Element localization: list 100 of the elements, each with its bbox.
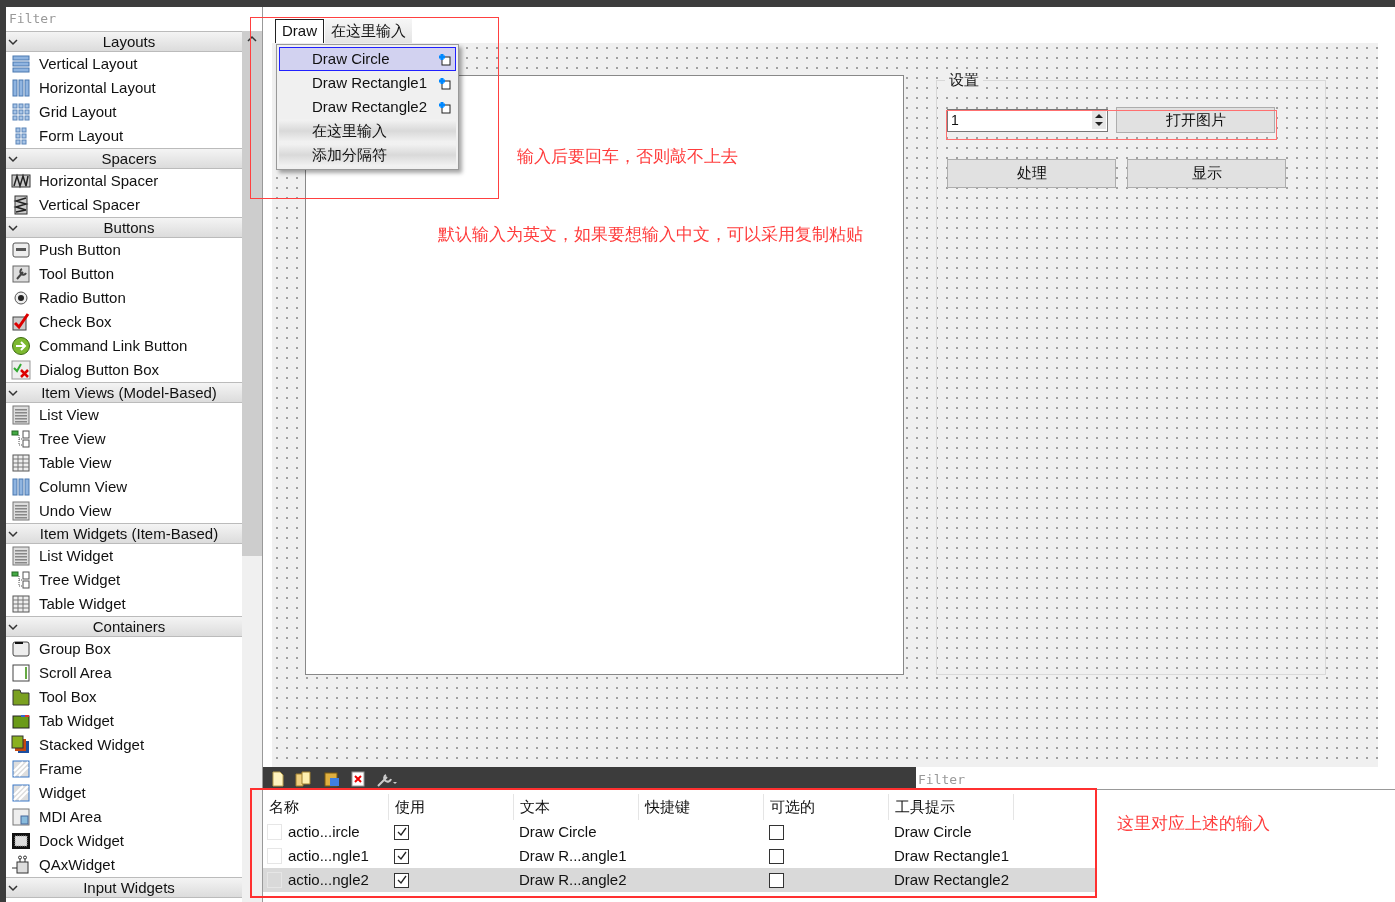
widget-item[interactable]: QAxWidget xyxy=(6,853,242,877)
widget-item[interactable]: List Widget xyxy=(6,544,242,568)
category-title: Buttons xyxy=(102,220,156,235)
widget-item[interactable]: Dock Widget xyxy=(6,829,242,853)
widget-item[interactable]: Check Box xyxy=(6,310,242,334)
action-button[interactable]: 显示 xyxy=(1127,159,1286,188)
action-button[interactable]: 处理 xyxy=(947,159,1116,188)
new-icon[interactable] xyxy=(271,770,285,787)
widget-item[interactable]: Form Layout xyxy=(6,124,242,148)
widget-item[interactable]: Horizontal Layout xyxy=(6,76,242,100)
widget-item[interactable]: Stacked Widget xyxy=(6,733,242,757)
table-icon xyxy=(11,453,31,473)
widget-item[interactable]: Frame xyxy=(6,757,242,781)
menu-bar-item[interactable]: Draw xyxy=(275,19,324,43)
table-cell-text: actio...ngle1 xyxy=(288,845,369,866)
copy-icon[interactable] xyxy=(295,770,313,787)
columns-icon xyxy=(11,78,31,98)
delete-icon[interactable] xyxy=(351,770,366,787)
category-header[interactable]: Input Widgets xyxy=(6,877,242,898)
action-icon xyxy=(438,52,451,66)
folder-icon xyxy=(11,687,31,707)
filter-field[interactable]: Filter xyxy=(9,9,239,29)
spin-arrows-icon[interactable] xyxy=(1092,111,1106,129)
menu-item[interactable]: 在这里输入 xyxy=(279,119,456,143)
menu-item[interactable]: Draw Circle xyxy=(279,47,456,71)
menu-item[interactable]: 添加分隔符 xyxy=(279,143,456,167)
paste-icon[interactable] xyxy=(323,770,341,787)
checkbox[interactable] xyxy=(769,848,784,864)
spin-box[interactable]: 1 xyxy=(947,108,1108,132)
checkbox[interactable] xyxy=(394,848,409,864)
widget-item[interactable]: List View xyxy=(6,403,242,427)
widget-item[interactable]: Table Widget xyxy=(6,592,242,616)
checkbox[interactable] xyxy=(769,824,784,840)
checkbox[interactable] xyxy=(769,872,784,888)
category-title: Item Widgets (Item-Based) xyxy=(38,526,220,541)
tree-icon xyxy=(11,429,31,449)
category-title: Input Widgets xyxy=(82,880,176,895)
scroll-up-icon[interactable] xyxy=(247,35,257,43)
checkbox[interactable] xyxy=(394,872,409,888)
list-icon xyxy=(11,501,31,521)
category-header[interactable]: Item Widgets (Item-Based) xyxy=(6,523,242,544)
category-header[interactable]: Spacers xyxy=(6,148,242,169)
category-header[interactable]: Item Views (Model-Based) xyxy=(6,382,242,403)
grid-icon xyxy=(11,102,31,122)
arrow-circle-icon xyxy=(11,336,31,356)
table-cell: Draw Rectangle2 xyxy=(894,870,1010,888)
window-icon xyxy=(11,639,31,659)
table-cell: Draw R...angle2 xyxy=(519,870,627,888)
table-row[interactable]: actio...ngle2 Draw R...angle2 Draw Rectangle2 xyxy=(263,868,1095,892)
category-title: Item Views (Model-Based) xyxy=(40,385,218,400)
widget-item[interactable]: Table View xyxy=(6,451,242,475)
widget-item[interactable]: Tool Button xyxy=(6,262,242,286)
spring-icon xyxy=(11,195,31,215)
spring-icon xyxy=(11,171,31,191)
hatched-frame-icon xyxy=(11,759,31,779)
table-cell: Draw R...angle1 xyxy=(519,846,627,864)
widget-item[interactable]: Vertical Layout xyxy=(6,52,242,76)
radio-icon xyxy=(11,288,31,308)
check-cross-icon xyxy=(11,360,31,380)
open-image-button[interactable]: 打开图片 xyxy=(1116,107,1275,133)
widget-item[interactable]: Tree Widget xyxy=(6,568,242,592)
button-icon xyxy=(11,240,31,260)
widget-item[interactable]: Grid Layout xyxy=(6,100,242,124)
menu-bar-item[interactable]: 在这里输入 xyxy=(325,19,412,43)
wrench-icon xyxy=(11,264,31,284)
stack-icon xyxy=(11,735,31,755)
category-title: Layouts xyxy=(101,34,157,49)
widget-item[interactable]: Group Box xyxy=(6,637,242,661)
widget-item[interactable]: Radio Button xyxy=(6,286,242,310)
widget-item[interactable]: MDI Area xyxy=(6,805,242,829)
widget-item[interactable]: Scroll Area xyxy=(6,661,242,685)
table-icon xyxy=(11,594,31,614)
group-title: 设置 xyxy=(945,71,983,89)
widget-item[interactable]: Tool Box xyxy=(6,685,242,709)
widget-item[interactable]: Column View xyxy=(6,475,242,499)
widget-item[interactable]: Undo View xyxy=(6,499,242,523)
checkbox-icon xyxy=(11,312,31,332)
table-cell: Draw Rectangle1 xyxy=(894,846,1010,864)
menu-item[interactable]: Draw Rectangle2 xyxy=(279,95,456,119)
menu-item[interactable]: Draw Rectangle1 xyxy=(279,71,456,95)
widget-item[interactable]: Tree View xyxy=(6,427,242,451)
scrollbar[interactable] xyxy=(242,31,262,902)
dock-icon xyxy=(11,831,31,851)
table-cell: Draw Circle xyxy=(519,822,597,840)
widget-item[interactable]: Push Button xyxy=(6,238,242,262)
category-header[interactable]: Buttons xyxy=(6,217,242,238)
action-icon xyxy=(438,76,451,90)
filter-field[interactable]: Filter xyxy=(918,769,1318,789)
widget-item[interactable]: Widget xyxy=(6,781,242,805)
widget-item[interactable]: Tab Widget xyxy=(6,709,242,733)
list-icon xyxy=(11,405,31,425)
tree-icon xyxy=(11,570,31,590)
checkbox[interactable] xyxy=(394,824,409,840)
category-header[interactable]: Layouts xyxy=(6,31,242,52)
widget-item[interactable]: Dialog Button Box xyxy=(6,358,242,382)
widget-item[interactable]: Command Link Button xyxy=(6,334,242,358)
widget-item[interactable]: Vertical Spacer xyxy=(6,193,242,217)
widget-item[interactable]: Horizontal Spacer xyxy=(6,169,242,193)
mdi-icon xyxy=(11,807,31,827)
category-header[interactable]: Containers xyxy=(6,616,242,637)
